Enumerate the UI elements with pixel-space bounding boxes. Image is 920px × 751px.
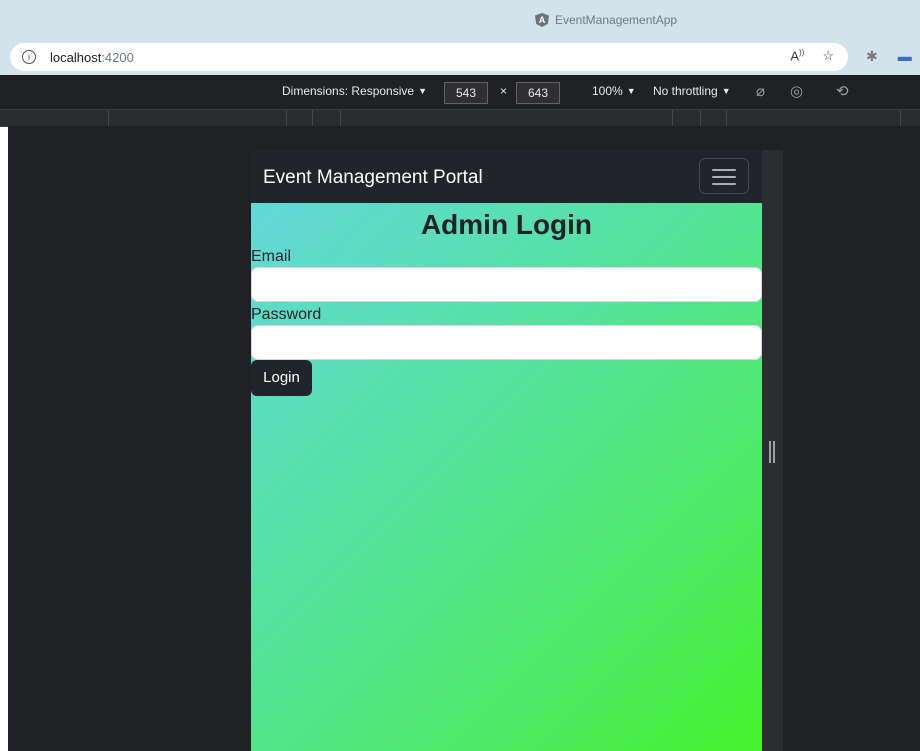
- ruler-tick: [340, 110, 341, 126]
- dimensions-label: Dimensions: Responsive: [282, 84, 415, 98]
- ruler-tick: [108, 110, 109, 126]
- password-field[interactable]: [251, 325, 762, 360]
- height-input[interactable]: 643: [516, 82, 560, 104]
- extensions: ✱ ▬: [866, 48, 912, 65]
- tab-title-text: EventManagementApp: [555, 13, 678, 27]
- tab-title: EventManagementApp: [535, 13, 677, 27]
- window-edge: [0, 75, 8, 751]
- url-port: :4200: [101, 49, 134, 65]
- zoom-dropdown[interactable]: 100% ▼: [592, 84, 636, 98]
- app-viewport: Event Management Portal Admin Login Emai…: [251, 150, 762, 751]
- ruler-tick: [672, 110, 673, 126]
- hamburger-icon: [712, 183, 736, 185]
- media-query-ruler[interactable]: [0, 110, 920, 127]
- devtools-device-toolbar: Dimensions: Responsive ▼ 543 × 643 100% ▼ …: [0, 75, 920, 110]
- navbar: Event Management Portal: [251, 150, 762, 203]
- bug-extension-icon[interactable]: ✱: [866, 48, 878, 65]
- hamburger-icon: [712, 169, 736, 171]
- dropdown-arrow-icon: ▼: [721, 86, 731, 96]
- email-field[interactable]: [251, 267, 762, 302]
- resize-handle-icon[interactable]: [773, 441, 775, 463]
- url-host: localhost: [50, 49, 102, 65]
- login-button[interactable]: Login: [251, 360, 312, 396]
- url-text[interactable]: localhost:4200: [50, 50, 134, 65]
- resize-gutter[interactable]: [762, 150, 783, 751]
- address-bar-row: i localhost:4200 A)) ☆: [0, 40, 920, 75]
- hamburger-icon: [712, 176, 736, 178]
- ruler-tick: [700, 110, 701, 126]
- navbar-toggler-button[interactable]: [699, 158, 749, 194]
- throttling-dropdown[interactable]: No throttling ▼: [653, 84, 731, 98]
- address-bar[interactable]: i localhost:4200 A)) ☆: [10, 43, 848, 71]
- ruler-tick: [312, 110, 313, 126]
- dropdown-arrow-icon: ▼: [418, 86, 427, 96]
- rotate-icon[interactable]: ⟲: [836, 82, 849, 100]
- vision-deficiency-icon[interactable]: ◎: [790, 82, 803, 100]
- info-icon[interactable]: i: [22, 50, 36, 64]
- sensors-icon[interactable]: ⌀: [756, 82, 765, 100]
- navbar-brand[interactable]: Event Management Portal: [263, 167, 483, 189]
- favorite-star-icon[interactable]: ☆: [822, 48, 834, 64]
- email-label: Email: [251, 248, 292, 265]
- throttling-label: No throttling: [653, 84, 718, 98]
- angular-icon: [535, 13, 549, 27]
- zoom-label: 100%: [592, 84, 623, 98]
- width-input[interactable]: 543: [444, 82, 488, 104]
- login-section: Admin Login Email Password Login: [251, 203, 762, 751]
- dimension-separator: ×: [500, 84, 508, 98]
- ruler-tick: [900, 110, 901, 126]
- password-label: Password: [251, 306, 322, 323]
- dropdown-arrow-icon: ▼: [626, 86, 636, 96]
- dimensions-dropdown[interactable]: Dimensions: Responsive ▼: [282, 84, 427, 98]
- ruler-tick: [726, 110, 727, 126]
- address-bar-actions: A)) ☆: [790, 48, 834, 64]
- resize-handle-icon[interactable]: [769, 441, 771, 463]
- extension-icon[interactable]: ▬: [898, 48, 912, 65]
- browser-titlebar: EventManagementApp: [0, 0, 920, 40]
- read-aloud-icon[interactable]: A)): [790, 48, 804, 64]
- page-title: Admin Login: [420, 209, 593, 240]
- ruler-tick: [286, 110, 287, 126]
